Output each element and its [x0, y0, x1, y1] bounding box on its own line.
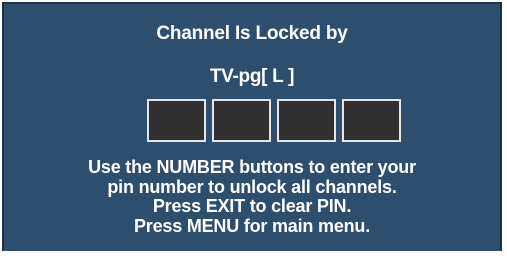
instructions-text: Use the NUMBER buttons to enter your pin…: [4, 157, 500, 236]
pin-digit-4[interactable]: [342, 99, 401, 142]
instruction-line: pin number to unlock all channels.: [107, 176, 397, 197]
dialog-title: Channel Is Locked by: [156, 23, 348, 44]
instruction-line: Press EXIT to clear PIN.: [152, 196, 352, 216]
parental-rating: TV-pg[ L ]: [209, 66, 295, 87]
pin-entry[interactable]: [147, 99, 401, 143]
pin-digit-1[interactable]: [147, 99, 206, 142]
channel-locked-dialog: Channel Is Locked by TV-pg[ L ] Use the …: [2, 2, 502, 251]
pin-digit-2[interactable]: [212, 99, 271, 142]
instruction-line: Press MENU for main menu.: [133, 215, 371, 236]
pin-digit-3[interactable]: [277, 99, 336, 142]
instruction-line: Use the NUMBER buttons to enter your: [88, 157, 416, 177]
